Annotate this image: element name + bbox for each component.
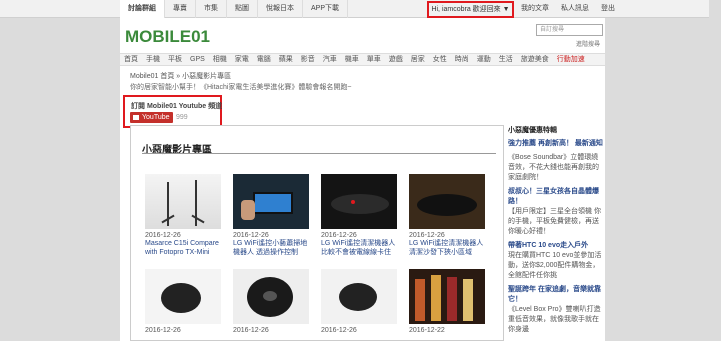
nav-item[interactable]: 蘋果	[275, 54, 297, 65]
video-card[interactable]: 2016-12-22	[409, 269, 485, 334]
subscriber-count: 999	[176, 114, 188, 121]
sidebar-item[interactable]: 叔叔心！三星女孩各自晶體爆路！ 【用戶限定】三星全台領機 你的手機，平板免費健檢…	[508, 187, 603, 237]
video-date: 2016-12-26	[409, 232, 445, 239]
video-thumbnail[interactable]	[321, 269, 397, 324]
sidebar-item-desc[interactable]: 《Level Box Pro》雙喇叭打造重低音效果，就像我歌手就在你身邊	[508, 305, 603, 335]
video-date: 2016-12-26	[233, 232, 269, 239]
toplink-app-download[interactable]: APP下載	[303, 0, 349, 18]
video-date: 2016-12-26	[145, 232, 181, 239]
page-background: 討論群組 專賣 市集 點圖 悅報日本 APP下載 Hi, iamcobra 歡迎…	[0, 0, 721, 341]
youtube-button-label: YouTube	[142, 114, 170, 121]
nav-item[interactable]: 汽車	[319, 54, 341, 65]
video-card[interactable]: 2016-12-26	[321, 269, 397, 334]
private-messages-link[interactable]: 私人訊息	[555, 0, 595, 18]
nav-item[interactable]: 單車	[363, 54, 385, 65]
video-title[interactable]: LG WiFi遙控小藝蕭掃地機器人 透過操作控制	[233, 239, 309, 257]
nav-item[interactable]: 運動	[473, 54, 495, 65]
nav-item[interactable]: 平板	[164, 54, 186, 65]
sidebar-item-desc[interactable]: 《Bose Soundbar》立體環繞音效，不花大錢也能再創我的家庭劇院！	[508, 153, 603, 183]
nav-item[interactable]: 行動加速	[553, 54, 589, 65]
sidebar-item-title[interactable]: 帶著HTC 10 evo走入戶外	[508, 241, 603, 251]
sidebar-item[interactable]: 聖誕跨年 在家追劇，音樂就靠它！ 《Level Box Pro》雙喇叭打造重低音…	[508, 285, 603, 335]
youtube-subscribe-box: 訂閱 Mobile01 Youtube 頻道 YouTube 999	[123, 95, 222, 128]
video-date: 2016-12-26	[321, 232, 357, 239]
nav-item[interactable]: 電腦	[253, 54, 275, 65]
video-section: 小惡魔影片專區 2016-12-26 Masarce C15i Compare …	[130, 125, 504, 341]
divider	[142, 153, 496, 154]
category-nav: 首頁 手機 平板 GPS 相機 家電 電腦 蘋果 影音 汽車 機車 單車 遊戲 …	[120, 53, 605, 66]
toplink-market[interactable]: 市集	[196, 0, 227, 18]
nav-item[interactable]: 家電	[231, 54, 253, 65]
video-card[interactable]: 2016-12-26	[145, 269, 221, 334]
sidebar-item-title[interactable]: 聖誕跨年 在家追劇，音樂就靠它！	[508, 285, 603, 305]
sidebar-item[interactable]: 《Bose Soundbar》立體環繞音效，不花大錢也能再創我的家庭劇院！	[508, 153, 603, 183]
video-title[interactable]: LG WiFi遙控清潔機器人 比較不會被電線線卡住	[321, 239, 397, 257]
video-title[interactable]: LG WiFi遙控清潔機器人 清潔沙發下狹小區域	[409, 239, 485, 257]
video-card[interactable]: 2016-12-26 Masarce C15i Compare with Fot…	[145, 174, 221, 257]
video-card[interactable]: 2016-12-26 LG WiFi遙控清潔機器人 清潔沙發下狹小區域	[409, 174, 485, 257]
video-thumbnail[interactable]	[321, 174, 397, 229]
sidebar-item-title[interactable]: 叔叔心！三星女孩各自晶體爆路！	[508, 187, 603, 207]
sidebar-item-title[interactable]: 強力推薦 再創新高！ 最新通知	[508, 139, 603, 149]
video-card[interactable]: 2016-12-26 LG WiFi遙控小藝蕭掃地機器人 透過操作控制	[233, 174, 309, 257]
video-thumbnail[interactable]	[233, 174, 309, 229]
toplink-forum[interactable]: 討論群組	[120, 0, 165, 18]
video-card[interactable]: 2016-12-26	[233, 269, 309, 334]
mobile01-logo[interactable]: MOBILE01	[125, 25, 233, 47]
nav-item[interactable]: 居家	[407, 54, 429, 65]
video-date: 2016-12-22	[409, 327, 445, 334]
sidebar-item-desc[interactable]: 【用戶限定】三星全台領機 你的手機，平板免費健檢，再送你暖心好禮！	[508, 207, 603, 237]
top-links: 討論群組 專賣 市集 點圖 悅報日本 APP下載	[120, 0, 349, 18]
nav-item[interactable]: 時尚	[451, 54, 473, 65]
video-date: 2016-12-26	[233, 327, 269, 334]
breadcrumb[interactable]: Mobile01 首頁 » 小惡魔影片專區	[130, 71, 231, 81]
video-date: 2016-12-26	[145, 327, 181, 334]
logout-link[interactable]: 登出	[595, 0, 621, 18]
sidebar-item-desc[interactable]: 現在購買HTC 10 evo並參加活動，送你$2,000配件購物金，全館配件任你…	[508, 251, 603, 281]
logo-text: MOBILE01	[125, 27, 210, 46]
my-articles-link[interactable]: 我的文章	[515, 0, 555, 18]
video-title[interactable]: Masarce C15i Compare with Fotopro TX-Min…	[145, 239, 221, 257]
video-card[interactable]: 2016-12-26 LG WiFi遙控清潔機器人 比較不會被電線線卡住	[321, 174, 397, 257]
youtube-box-title: 訂閱 Mobile01 Youtube 頻道	[131, 103, 223, 110]
video-date: 2016-12-26	[321, 327, 357, 334]
toplink-points[interactable]: 點圖	[227, 0, 258, 18]
youtube-play-icon	[133, 115, 139, 120]
nav-item[interactable]: 遊戲	[385, 54, 407, 65]
nav-item[interactable]: 手機	[142, 54, 164, 65]
nav-item[interactable]: 首頁	[120, 54, 142, 65]
sidebar-item[interactable]: 強力推薦 再創新高！ 最新通知	[508, 139, 603, 149]
nav-item[interactable]: GPS	[186, 54, 209, 65]
nav-item[interactable]: 生活	[495, 54, 517, 65]
youtube-subscribe-button[interactable]: YouTube	[130, 112, 173, 123]
nav-item[interactable]: 旅遊美食	[517, 54, 553, 65]
nav-item[interactable]: 機車	[341, 54, 363, 65]
toplink-store[interactable]: 專賣	[165, 0, 196, 18]
promotions-sidebar: 小惡魔優惠特輯 強力推薦 再創新高！ 最新通知 《Bose Soundbar》立…	[508, 125, 603, 339]
promo-link[interactable]: 你的居家智能小幫手！《Hitachi家電生活美學進化賽》體驗會報名開跑~	[130, 82, 351, 92]
scrollbar[interactable]	[709, 0, 721, 341]
user-menu[interactable]: Hi, iamcobra 歡迎回來 ▼	[427, 1, 514, 18]
nav-item[interactable]: 女性	[429, 54, 451, 65]
sidebar-item[interactable]: 帶著HTC 10 evo走入戶外 現在購買HTC 10 evo並參加活動，送你$…	[508, 241, 603, 281]
account-links: 我的文章 私人訊息 登出	[515, 0, 621, 18]
sidebar-heading: 小惡魔優惠特輯	[508, 127, 557, 134]
nav-item[interactable]: 影音	[297, 54, 319, 65]
video-thumbnail[interactable]	[409, 174, 485, 229]
video-thumbnail[interactable]	[145, 174, 221, 229]
user-greeting: Hi, iamcobra 歡迎回來	[431, 6, 501, 13]
nav-item[interactable]: 相機	[209, 54, 231, 65]
toplink-japan[interactable]: 悅報日本	[258, 0, 303, 18]
video-thumbnail[interactable]	[145, 269, 221, 324]
video-thumbnail[interactable]	[233, 269, 309, 324]
dropdown-caret-icon: ▼	[502, 6, 510, 13]
search-input[interactable]: 自訂搜尋	[536, 24, 603, 36]
video-thumbnail[interactable]	[409, 269, 485, 324]
advanced-search-link[interactable]: 進階搜尋	[576, 39, 600, 48]
top-bar: 討論群組 專賣 市集 點圖 悅報日本 APP下載 Hi, iamcobra 歡迎…	[0, 0, 721, 18]
search-placeholder: 自訂搜尋	[540, 27, 565, 33]
